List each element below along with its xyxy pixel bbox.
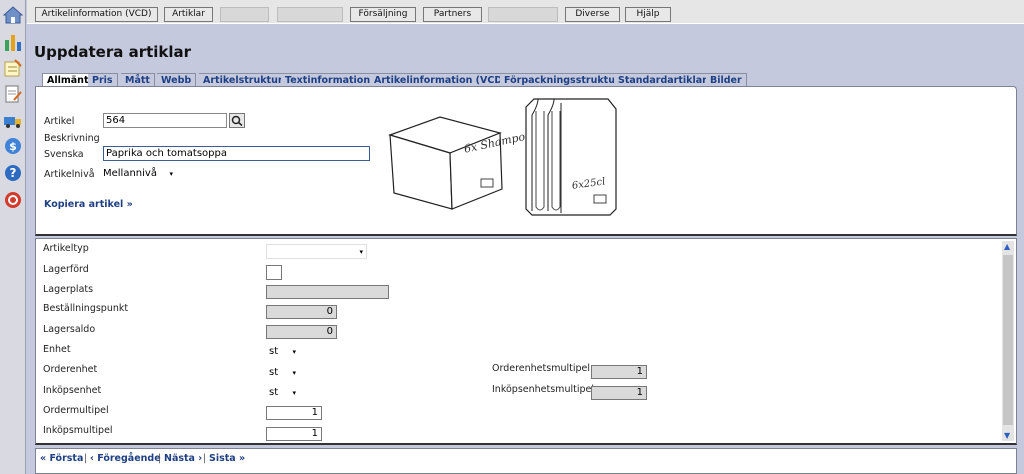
tab-webb[interactable]: Webb <box>157 73 197 86</box>
tab-pris[interactable]: Pris <box>88 73 118 86</box>
inkopsenhet-select[interactable]: st ▾ <box>266 386 299 401</box>
lagersaldo-label: Lagersaldo <box>43 324 96 335</box>
document-edit-icon[interactable] <box>3 84 23 104</box>
chart-icon[interactable] <box>3 32 23 52</box>
article-details-form: Artikeltyp ▾ Lagerförd Lagerplats Bestäl… <box>35 238 1017 445</box>
tab-standardartiklar[interactable]: Standardartiklar <box>614 73 712 86</box>
tab-matt[interactable]: Mått <box>121 73 155 86</box>
lagerford-label: Lagerförd <box>43 264 89 275</box>
first-link[interactable]: « Första <box>40 453 83 464</box>
artikelniva-value: Mellannivå <box>103 168 157 179</box>
lagerplats-field <box>266 285 389 299</box>
tab-artikelstruktur[interactable]: Artikelstruktur <box>199 73 288 86</box>
inkopsmultipel-label: Inköpsmultipel <box>43 425 113 436</box>
main-area: Artikelinformation (VCD) Artiklar Inköp … <box>27 0 1024 474</box>
chevron-down-icon: ▾ <box>292 348 296 356</box>
packaging-illustration: 6x Shampoo 6x25cl <box>388 98 617 216</box>
next-link[interactable]: Nästa › <box>164 453 202 464</box>
scroll-up-icon[interactable]: ▲ <box>1004 242 1010 251</box>
svenska-description-input[interactable]: Paprika och tomatsoppa <box>103 146 370 161</box>
enhet-value: st <box>269 346 279 357</box>
inkopsmultipel-input[interactable]: 1 <box>266 427 322 441</box>
artikelniva-select[interactable]: Mellannivå ▾ <box>103 167 175 182</box>
kopiera-artikel-link[interactable]: Kopiera artikel » <box>44 199 133 210</box>
search-button[interactable] <box>229 113 245 128</box>
svenska-label: Svenska <box>44 149 84 160</box>
artikelniva-label: Artikelnivå <box>44 169 95 180</box>
enhet-label: Enhet <box>43 344 71 355</box>
nav-diverse[interactable]: Diverse <box>565 7 620 22</box>
nav-artiklar[interactable]: Artiklar <box>164 7 213 22</box>
tab-textinformation[interactable]: Textinformation <box>281 73 376 86</box>
truck-icon[interactable] <box>3 111 23 131</box>
tab-artikelinformation-vcd[interactable]: Artikelinformation (VCD) <box>370 73 512 86</box>
orderenhetsmultipel-field: 1 <box>591 365 647 379</box>
notepad-icon[interactable] <box>3 58 23 78</box>
vertical-scrollbar[interactable]: ▲ ▼ <box>1002 241 1014 441</box>
bestallningspunkt-field: 0 <box>266 305 337 319</box>
ordermultipel-input[interactable]: 1 <box>266 406 322 420</box>
nav-forsaljning[interactable]: Försäljning <box>350 7 416 22</box>
chevron-down-icon: ▾ <box>292 369 296 377</box>
previous-link[interactable]: ‹ Föregående <box>90 453 161 464</box>
orderenhetsmultipel-label: Orderenhetsmultipel <box>492 363 590 374</box>
artikeltyp-label: Artikeltyp <box>43 243 89 254</box>
nav-hjalp[interactable]: Hjälp <box>625 7 671 22</box>
orderenhet-label: Orderenhet <box>43 364 98 375</box>
article-panel: Artikel 564 Beskrivning Svenska Paprika … <box>35 86 1017 236</box>
ordermultipel-label: Ordermultipel <box>43 405 109 416</box>
chevron-down-icon: ▾ <box>292 389 296 397</box>
artikel-input[interactable]: 564 <box>103 113 227 128</box>
nav-produktion: Produktion <box>277 7 343 22</box>
help-icon[interactable]: ? <box>3 163 23 183</box>
pagination-bar: « Första | ‹ Föregående | Nästa › | Sist… <box>35 448 1017 474</box>
logout-icon[interactable] <box>3 190 23 210</box>
lagerplats-label: Lagerplats <box>43 284 94 295</box>
svg-text:$: $ <box>9 140 17 153</box>
beskrivning-label: Beskrivning <box>44 133 100 144</box>
pager-separator: | <box>158 453 162 464</box>
artikel-label: Artikel <box>44 116 75 127</box>
page-title: Uppdatera artiklar <box>34 43 192 61</box>
inkopsenhet-value: st <box>269 387 279 398</box>
scrollbar-thumb[interactable] <box>1003 255 1013 425</box>
inkopsenhetsmultipel-label: Inköpsenhetsmultipel <box>492 384 594 395</box>
nav-medlemskap: Medlemskap <box>488 7 558 22</box>
tab-forpackningsstruktur[interactable]: Förpackningsstruktur <box>500 73 625 86</box>
artikeltyp-select[interactable]: ▾ <box>266 244 367 259</box>
tab-allmant[interactable]: Allmänt <box>42 73 94 87</box>
home-icon[interactable] <box>3 5 23 25</box>
nav-inkop: Inköp <box>220 7 269 22</box>
last-link[interactable]: Sista » <box>209 453 245 464</box>
tab-bilder[interactable]: Bilder <box>706 73 747 86</box>
bestallningspunkt-label: Beställningspunkt <box>43 303 129 314</box>
top-navigation: Artikelinformation (VCD) Artiklar Inköp … <box>27 0 1024 24</box>
chevron-down-icon: ▾ <box>169 170 173 178</box>
nav-partners[interactable]: Partners <box>423 7 482 22</box>
left-toolbar: $ ? <box>0 0 26 474</box>
orderenhet-select[interactable]: st ▾ <box>266 366 299 381</box>
pager-separator: | <box>203 453 207 464</box>
dollar-icon[interactable]: $ <box>3 136 23 156</box>
search-icon <box>231 115 243 127</box>
orderenhet-value: st <box>269 367 279 378</box>
lagersaldo-field: 0 <box>266 325 337 339</box>
lagerford-checkbox[interactable] <box>266 265 282 280</box>
enhet-select[interactable]: st ▾ <box>266 345 299 360</box>
chevron-down-icon: ▾ <box>359 248 363 256</box>
pager-separator: | <box>84 453 88 464</box>
inkopsenhetsmultipel-field: 1 <box>591 386 647 400</box>
scroll-down-icon[interactable]: ▼ <box>1004 431 1010 440</box>
svg-text:?: ? <box>10 166 17 180</box>
inkopsenhet-label: Inköpsenhet <box>43 385 102 396</box>
nav-artikelinformation-vcd[interactable]: Artikelinformation (VCD) <box>35 7 158 22</box>
